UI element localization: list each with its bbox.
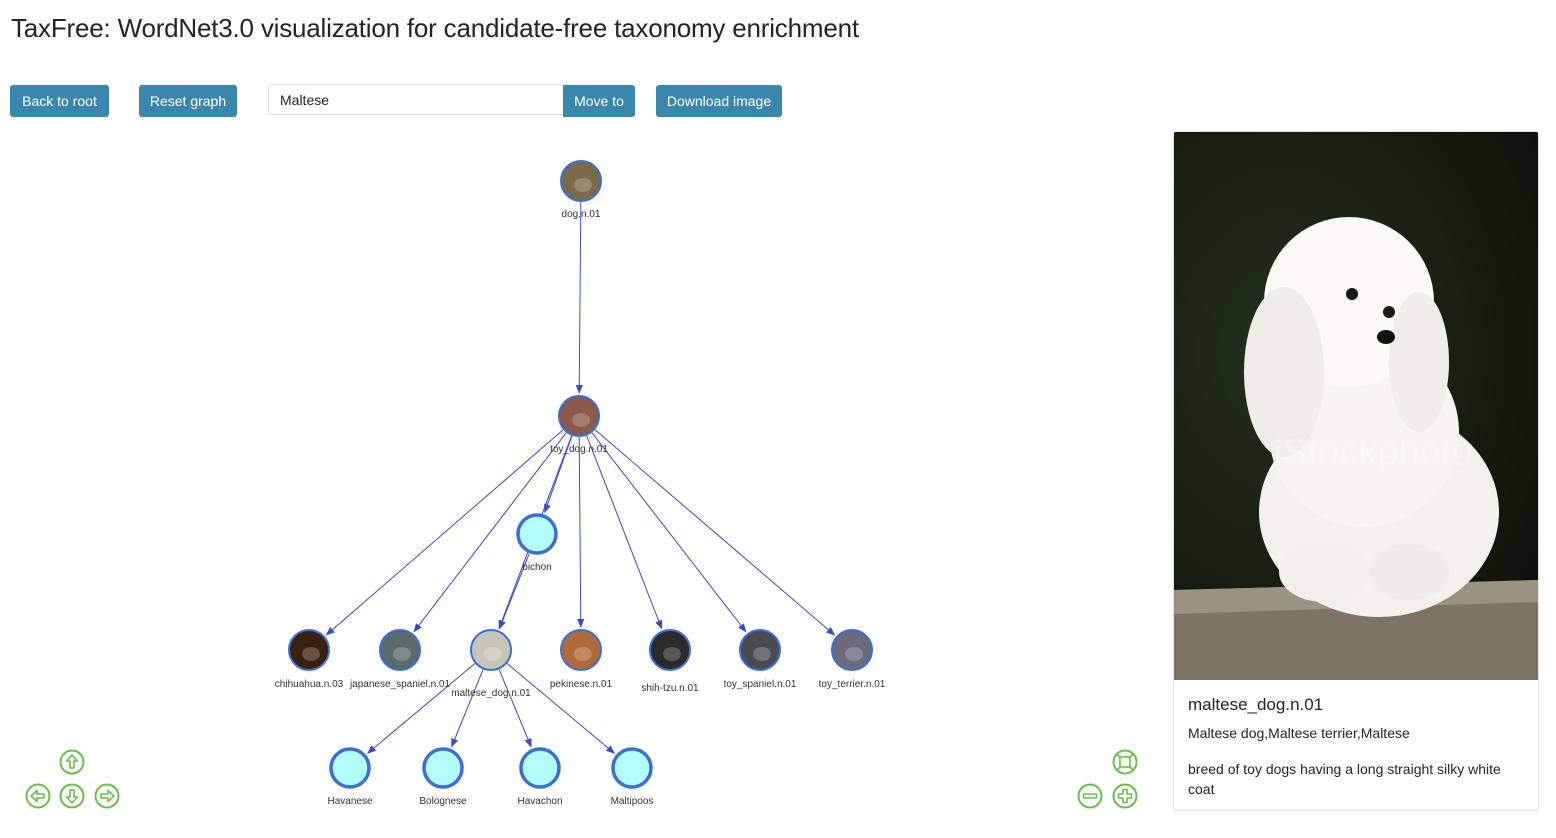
maltese-dog-photo: iStockphoto [1174, 132, 1538, 680]
graph-canvas[interactable]: dog.n.01 toy_dog.n.01bichon chihuahua.n.03… [0, 130, 1160, 838]
graph-node-maltipoos[interactable]: Maltipoos [611, 747, 654, 807]
node-label: toy_spaniel.n.01 [724, 679, 797, 690]
node-label: chihuahua.n.03 [275, 679, 344, 690]
new-node-circle [516, 513, 558, 555]
minus-icon[interactable] [1076, 782, 1104, 810]
node-label: Bolognese [419, 796, 467, 807]
graph-node-havanese[interactable]: Havanese [327, 747, 373, 807]
graph-node-toy-terrier[interactable]: toy_terrier.n.01 [819, 629, 886, 690]
arrow-up-icon[interactable] [58, 748, 86, 776]
new-node-circle [422, 747, 464, 789]
detail-title: maltese_dog.n.01 [1188, 695, 1324, 714]
node-image-detail [302, 647, 320, 661]
graph-node-chihuahua[interactable]: chihuahua.n.03 [275, 629, 344, 690]
graph-node-toy-dog[interactable]: toy_dog.n.01 [550, 395, 608, 455]
search-group: Move to [268, 84, 636, 117]
detail-synonyms: Maltese dog,Maltese terrier,Maltese [1188, 725, 1410, 741]
node-image-detail [574, 647, 592, 661]
page-title: TaxFree: WordNet3.0 visualization for ca… [11, 13, 859, 43]
node-label: toy_terrier.n.01 [819, 679, 886, 690]
detail-card: iStockphoto maltese_dog.n.01 Maltese dog… [1173, 131, 1539, 811]
node-label: pekinese.n.01 [550, 679, 613, 690]
graph-node-maltese[interactable]: maltese_dog.n.01 [451, 629, 531, 699]
detail-definition: breed of toy dogs having a long straight… [1188, 761, 1501, 797]
fit-icon[interactable] [1111, 748, 1139, 776]
search-input[interactable] [268, 84, 563, 115]
graph-edge [594, 429, 836, 636]
graph-node-bichon[interactable]: bichon [516, 513, 558, 573]
node-image-detail [572, 413, 590, 427]
plus-icon[interactable] [1111, 782, 1139, 810]
node-label: maltese_dog.n.01 [451, 688, 531, 699]
graph-node-bolognese[interactable]: Bolognese [419, 747, 467, 807]
node-image-detail [663, 647, 681, 661]
graph-node-dog[interactable]: dog.n.01 [560, 160, 602, 220]
graph-edge [498, 669, 532, 748]
node-label: toy_dog.n.01 [550, 444, 608, 455]
download-image-button[interactable]: Download image [656, 85, 782, 117]
node-image-detail [845, 647, 863, 661]
new-node-circle [519, 747, 561, 789]
graph-node-pekinese[interactable]: pekinese.n.01 [550, 629, 613, 690]
node-label: Havanese [327, 796, 372, 807]
node-label: Maltipoos [611, 796, 654, 807]
node-label: bichon [522, 562, 551, 573]
arrow-left-icon[interactable] [24, 782, 52, 810]
graph-edge [575, 201, 583, 394]
node-label: japanese_spaniel.n.01 [349, 679, 451, 690]
graph-edge [506, 663, 616, 754]
graph-edge [366, 663, 476, 754]
node-image-detail [393, 647, 411, 661]
graph-node-japanese-spaniel[interactable]: japanese_spaniel.n.01 [349, 629, 451, 690]
node-label: shih-tzu.n.01 [641, 683, 699, 694]
graph-edge [577, 436, 585, 628]
node-label: dog.n.01 [562, 209, 601, 220]
taxonomy-graph[interactable]: dog.n.01 toy_dog.n.01bichon chihuahua.n.03… [0, 130, 1160, 838]
node-image-detail [484, 647, 502, 661]
node-image-detail [753, 647, 771, 661]
graph-edge [451, 669, 484, 748]
arrow-down-icon[interactable] [58, 782, 86, 810]
node-image-detail [574, 178, 592, 192]
new-node-circle [329, 747, 371, 789]
graph-edge [591, 432, 747, 633]
reset-graph-button[interactable]: Reset graph [139, 85, 237, 117]
arrow-right-icon[interactable] [93, 782, 121, 810]
back-to-root-button[interactable]: Back to root [10, 85, 109, 117]
graph-node-toy-spaniel[interactable]: toy_spaniel.n.01 [724, 629, 797, 690]
move-to-button[interactable]: Move to [563, 85, 635, 117]
graph-edge [586, 435, 663, 630]
new-node-circle [611, 747, 653, 789]
watermark-text: iStockphoto [1274, 432, 1473, 474]
graph-node-havachon[interactable]: Havachon [517, 747, 563, 807]
node-label: Havachon [517, 796, 562, 807]
graph-node-shih-tzu[interactable]: shih-tzu.n.01 [641, 629, 699, 694]
